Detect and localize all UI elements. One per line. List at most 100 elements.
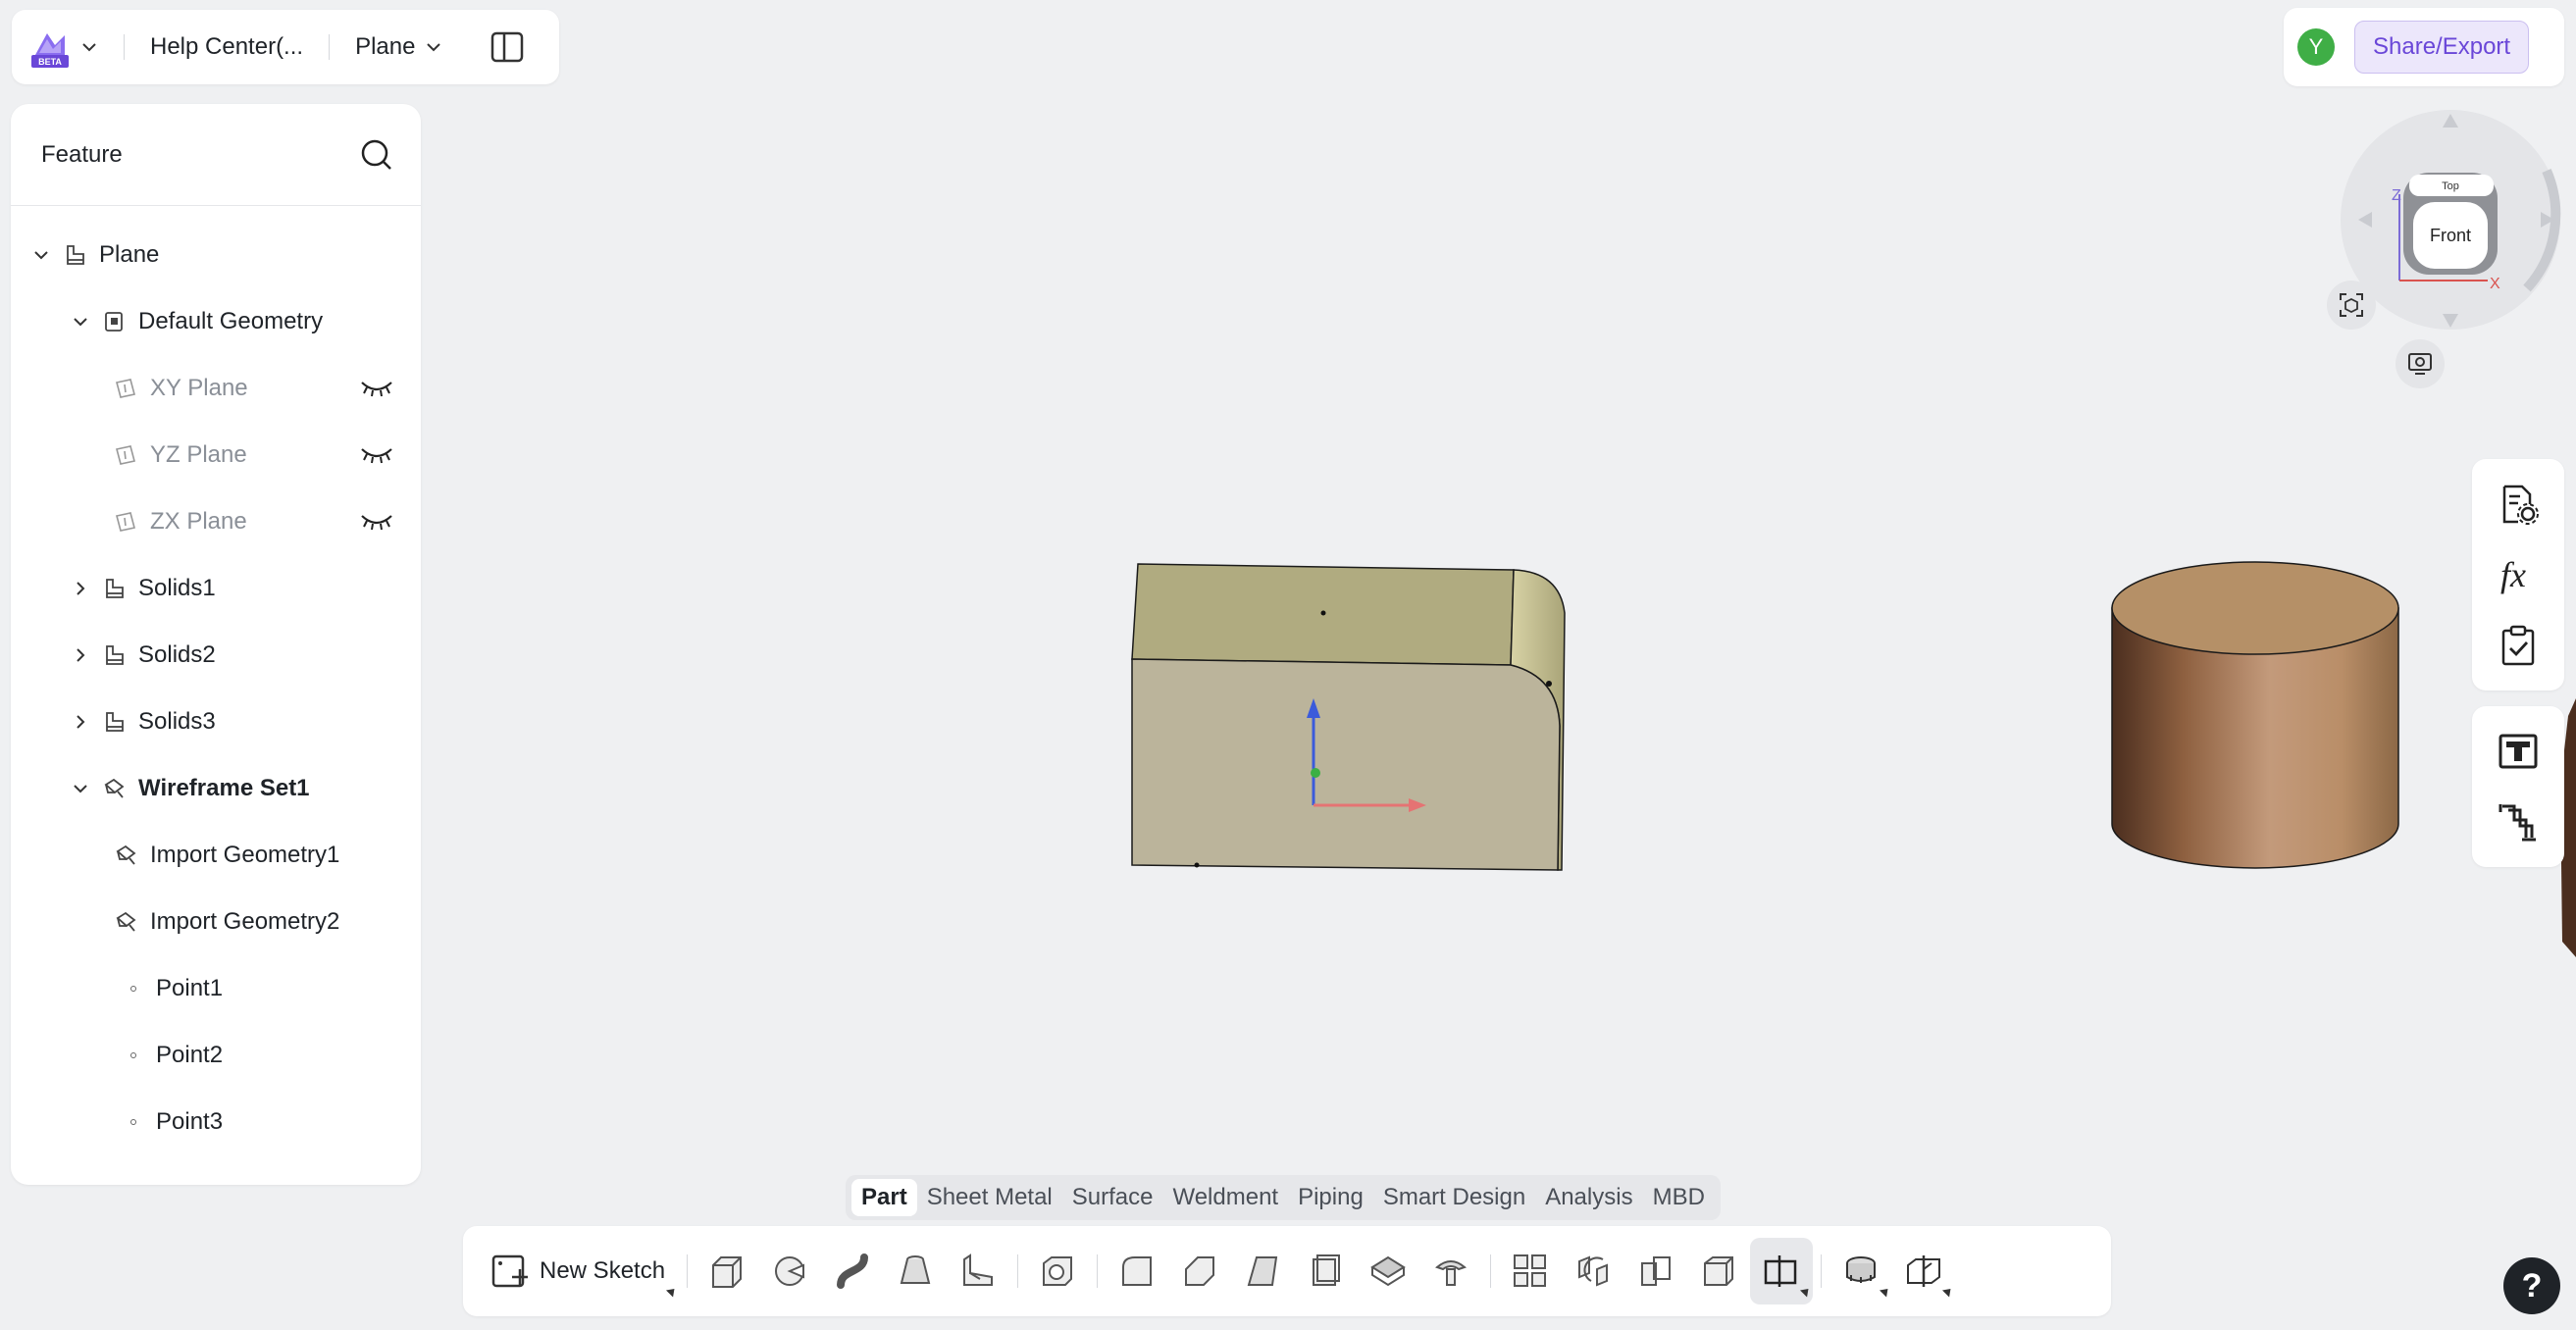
chevron-down-icon[interactable] — [70, 311, 91, 332]
document-settings-button[interactable] — [2489, 475, 2548, 534]
extrude-button[interactable] — [696, 1238, 758, 1304]
chevron-down-icon[interactable] — [30, 244, 52, 266]
display-mode-button[interactable] — [2396, 339, 2445, 388]
rib-button[interactable] — [947, 1238, 1009, 1304]
routing-button[interactable] — [2489, 793, 2548, 851]
revolve-button[interactable] — [758, 1238, 821, 1304]
clipboard-check-icon — [2501, 625, 2535, 666]
tree-node-solids3[interactable]: Solids3 — [11, 689, 421, 755]
tree-node-import-geometry1[interactable]: Import Geometry1 — [11, 822, 421, 889]
dropdown-caret-icon — [1880, 1285, 1892, 1298]
tree-label: Default Geometry — [138, 308, 324, 334]
sidebar-toggle-icon — [491, 31, 524, 63]
tree-node-solids2[interactable]: Solids2 — [11, 622, 421, 689]
tree-node-solids1[interactable]: Solids1 — [11, 555, 421, 622]
eye-closed-icon[interactable] — [360, 443, 393, 467]
tree-node-zx-plane[interactable]: ZX Plane — [11, 488, 421, 555]
mirror-button[interactable] — [1562, 1238, 1624, 1304]
section-view-button[interactable] — [1892, 1238, 1955, 1304]
document-settings-icon — [2502, 485, 2539, 525]
tab-sheet-metal[interactable]: Sheet Metal — [917, 1179, 1062, 1216]
chevron-right-icon[interactable] — [70, 711, 91, 733]
feature-tree: Plane Default Geometry XY Plane YZ Plane… — [11, 206, 421, 1155]
thicken-button[interactable] — [1294, 1238, 1357, 1304]
new-sketch-icon — [491, 1254, 528, 1288]
help-button[interactable]: ? — [2503, 1257, 2560, 1314]
eye-closed-icon[interactable] — [360, 377, 393, 400]
tab-mbd[interactable]: MBD — [1643, 1179, 1715, 1216]
toolbar-divider — [1017, 1254, 1019, 1288]
sweep-button[interactable] — [821, 1238, 884, 1304]
chevron-down-icon — [82, 43, 96, 52]
new-sketch-label: New Sketch — [540, 1257, 666, 1284]
default-geometry-icon — [101, 309, 127, 334]
tree-node-point1[interactable]: Point1 — [11, 955, 421, 1022]
box-front-face[interactable] — [1131, 658, 1561, 871]
tree-label: XY Plane — [150, 375, 248, 401]
eye-closed-icon[interactable] — [360, 510, 393, 534]
loft-button[interactable] — [884, 1238, 947, 1304]
tree-label: Solids2 — [138, 641, 216, 668]
toolbar-divider — [1490, 1254, 1492, 1288]
app-menu[interactable]: BETA — [29, 26, 98, 69]
checklist-button[interactable] — [2489, 616, 2548, 675]
tree-node-default-geometry[interactable]: Default Geometry — [11, 288, 421, 355]
tree-node-yz-plane[interactable]: YZ Plane — [11, 422, 421, 488]
hole-button[interactable] — [1419, 1238, 1482, 1304]
new-sketch-button[interactable]: New Sketch — [483, 1238, 679, 1304]
chamfer-button[interactable] — [1168, 1238, 1231, 1304]
plane-icon — [113, 376, 138, 401]
tab-weldment[interactable]: Weldment — [1162, 1179, 1288, 1216]
plane-icon — [113, 442, 138, 468]
move-body-button[interactable] — [1624, 1238, 1687, 1304]
part-selector[interactable]: Plane — [355, 33, 442, 61]
svg-text:BETA: BETA — [38, 57, 62, 67]
fit-view-button[interactable] — [2327, 281, 2376, 330]
tree-node-xy-plane[interactable]: XY Plane — [11, 355, 421, 422]
measure-button[interactable] — [1829, 1238, 1892, 1304]
user-avatar[interactable]: Y — [2297, 28, 2335, 66]
tab-smart-design[interactable]: Smart Design — [1373, 1179, 1535, 1216]
tab-surface[interactable]: Surface — [1062, 1179, 1163, 1216]
shell-button[interactable] — [1026, 1238, 1089, 1304]
draft-button[interactable] — [1231, 1238, 1294, 1304]
pipe-routing-icon — [2499, 804, 2536, 842]
svg-text:Z: Z — [2392, 187, 2401, 204]
tree-label: Point3 — [156, 1108, 224, 1135]
reference-plane-button[interactable] — [1750, 1238, 1814, 1304]
tree-node-point3[interactable]: Point3 — [11, 1089, 421, 1155]
combine-button[interactable] — [1687, 1238, 1750, 1304]
cylinder-top-face[interactable] — [2111, 561, 2399, 655]
fit-view-icon — [2340, 293, 2363, 317]
divider — [124, 34, 125, 60]
right-tool-rail-bottom — [2472, 706, 2564, 867]
split-icon — [1370, 1255, 1406, 1287]
drawing-button[interactable] — [2489, 722, 2548, 781]
chamfer-icon — [1185, 1256, 1215, 1286]
formula-button[interactable]: fx — [2489, 545, 2548, 604]
share-export-button[interactable]: Share/Export — [2354, 21, 2530, 74]
chevron-down-icon[interactable] — [70, 778, 91, 799]
tab-analysis[interactable]: Analysis — [1535, 1179, 1642, 1216]
solid-body-icon — [101, 576, 127, 601]
chevron-right-icon[interactable] — [70, 578, 91, 599]
toggle-panel-button[interactable] — [488, 27, 527, 67]
point-icon — [130, 1119, 136, 1125]
tree-node-wireframe-set1[interactable]: Wireframe Set1 — [11, 755, 421, 822]
hole-icon — [1435, 1260, 1468, 1286]
chevron-right-icon[interactable] — [70, 644, 91, 666]
fillet-button[interactable] — [1106, 1238, 1168, 1304]
split-button[interactable] — [1357, 1238, 1419, 1304]
tab-part[interactable]: Part — [851, 1179, 917, 1216]
cylinder-solid[interactable] — [2111, 561, 2399, 869]
pattern-button[interactable] — [1499, 1238, 1562, 1304]
box-solid[interactable] — [1131, 563, 1566, 871]
svg-text:X: X — [2490, 276, 2500, 292]
tree-node-import-geometry2[interactable]: Import Geometry2 — [11, 889, 421, 955]
tree-node-point2[interactable]: Point2 — [11, 1022, 421, 1089]
svg-text:Top: Top — [2442, 180, 2459, 192]
tree-node-plane[interactable]: Plane — [11, 222, 421, 288]
search-icon[interactable] — [360, 138, 393, 172]
document-title[interactable]: Help Center(... — [150, 33, 303, 61]
tab-piping[interactable]: Piping — [1288, 1179, 1373, 1216]
